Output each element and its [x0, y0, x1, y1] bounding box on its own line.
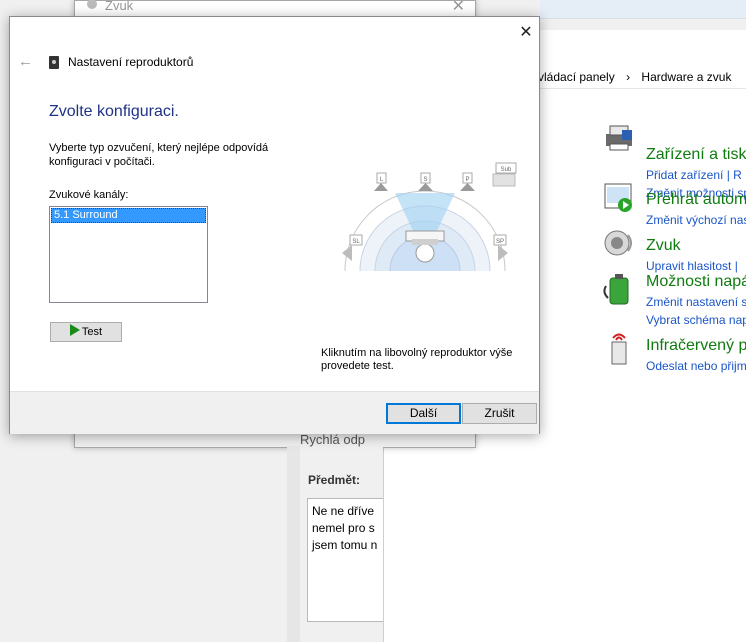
sound-window-titlebar: Zvuk ✕	[75, 0, 475, 16]
cp-item-power-link-1[interactable]: Změnit nastavení sp	[646, 293, 746, 311]
sound-window-icon	[87, 0, 97, 9]
speaker-label-sr: SP	[496, 239, 504, 245]
description-text: Vyberte typ ozvučení, který nejlépe odpo…	[49, 142, 269, 168]
cp-item-autoplay: Přehrát autom Změnit výchozí nas	[646, 189, 746, 229]
printer-icon	[606, 125, 632, 151]
battery-icon	[603, 274, 629, 305]
speaker-label-sl: SL	[352, 239, 360, 245]
breadcrumb-item-hardware[interactable]: Hardware a zvuk	[641, 66, 731, 88]
breadcrumb-separator: ›	[626, 70, 631, 84]
speaker-layout-diagram: L S P Sub SL SP	[342, 162, 517, 272]
back-arrow-icon[interactable]: ←	[18, 53, 33, 70]
mail-body-textarea[interactable]: Ne ne dříve nemel pro s jsem tomu n	[307, 498, 383, 622]
speaker-side-left[interactable]: SL	[342, 234, 363, 261]
infrared-icon	[611, 333, 627, 365]
cp-item-infrared-link-1[interactable]: Odeslat nebo přijm	[646, 357, 746, 375]
dialog-title: Nastavení reproduktorů	[68, 55, 194, 69]
page-heading: Zvolte konfiguraci.	[49, 103, 179, 120]
test-button[interactable]: Test	[50, 322, 122, 342]
sound-window-close-icon[interactable]: ✕	[452, 0, 465, 16]
dialog-close-icon[interactable]: ✕	[514, 21, 538, 45]
cp-item-devices-title[interactable]: Zařízení a tiská	[646, 144, 746, 166]
mail-heading: Rychlá odp	[300, 432, 366, 447]
cp-item-sound: Zvuk Upravit hlasitost |	[646, 235, 746, 275]
channels-listbox[interactable]: 5.1 Surround	[49, 206, 208, 303]
speaker-label-c: S	[423, 177, 427, 183]
cp-item-devices-link-1[interactable]: Přidat zařízení | R	[646, 166, 746, 184]
channels-label: Zvukové kanály:	[49, 189, 129, 201]
speaker-center[interactable]: S	[418, 172, 433, 191]
test-button-label: Test	[81, 326, 103, 338]
breadcrumb-item-control-panel[interactable]: vládací panely	[538, 66, 615, 88]
cp-item-power-link-2[interactable]: Vybrat schéma nap	[646, 311, 746, 329]
speaker-front-left[interactable]: L	[374, 172, 388, 191]
mail-body-line: jsem tomu n	[312, 538, 378, 552]
cp-item-infrared-title[interactable]: Infračervený p	[646, 335, 746, 357]
speaker-icon	[604, 230, 632, 256]
mail-body-line: nemel pro s	[312, 521, 375, 535]
cp-item-infrared: Infračervený p Odeslat nebo přijm	[646, 335, 746, 375]
speaker-setup-dialog: ✕ ← Nastavení reproduktorů Zvolte konfig…	[9, 16, 540, 434]
cancel-button[interactable]: Zrušit	[462, 403, 537, 424]
speaker-front-right[interactable]: P	[460, 172, 475, 191]
next-button[interactable]: Další	[386, 403, 461, 424]
cp-item-power-title[interactable]: Možnosti napá	[646, 271, 746, 293]
cp-item-autoplay-link-1[interactable]: Změnit výchozí nas	[646, 211, 746, 229]
speaker-side-right[interactable]: SP	[493, 234, 508, 261]
play-icon	[69, 324, 80, 336]
autoplay-icon	[604, 183, 632, 212]
speaker-subwoofer[interactable]: Sub	[492, 162, 517, 187]
test-hint-text: Kliknutím na libovolný reproduktor výše …	[321, 347, 513, 372]
speaker-setup-icon	[49, 56, 59, 69]
mail-side-panel	[287, 446, 300, 642]
mail-subject-label: Předmět:	[308, 473, 361, 487]
cp-item-power: Možnosti napá Změnit nastavení sp Vybrat…	[646, 271, 746, 329]
cp-item-autoplay-title[interactable]: Přehrát autom	[646, 189, 746, 211]
speaker-label-r: P	[465, 177, 469, 183]
sound-window-title: Zvuk	[105, 0, 134, 13]
cp-item-sound-title[interactable]: Zvuk	[646, 235, 746, 257]
speaker-label-sub: Sub	[501, 167, 512, 173]
background-window-titlebar	[540, 0, 746, 19]
channel-option-selected[interactable]: 5.1 Surround	[51, 208, 206, 223]
mail-body-line: Ne ne dříve	[312, 504, 375, 518]
